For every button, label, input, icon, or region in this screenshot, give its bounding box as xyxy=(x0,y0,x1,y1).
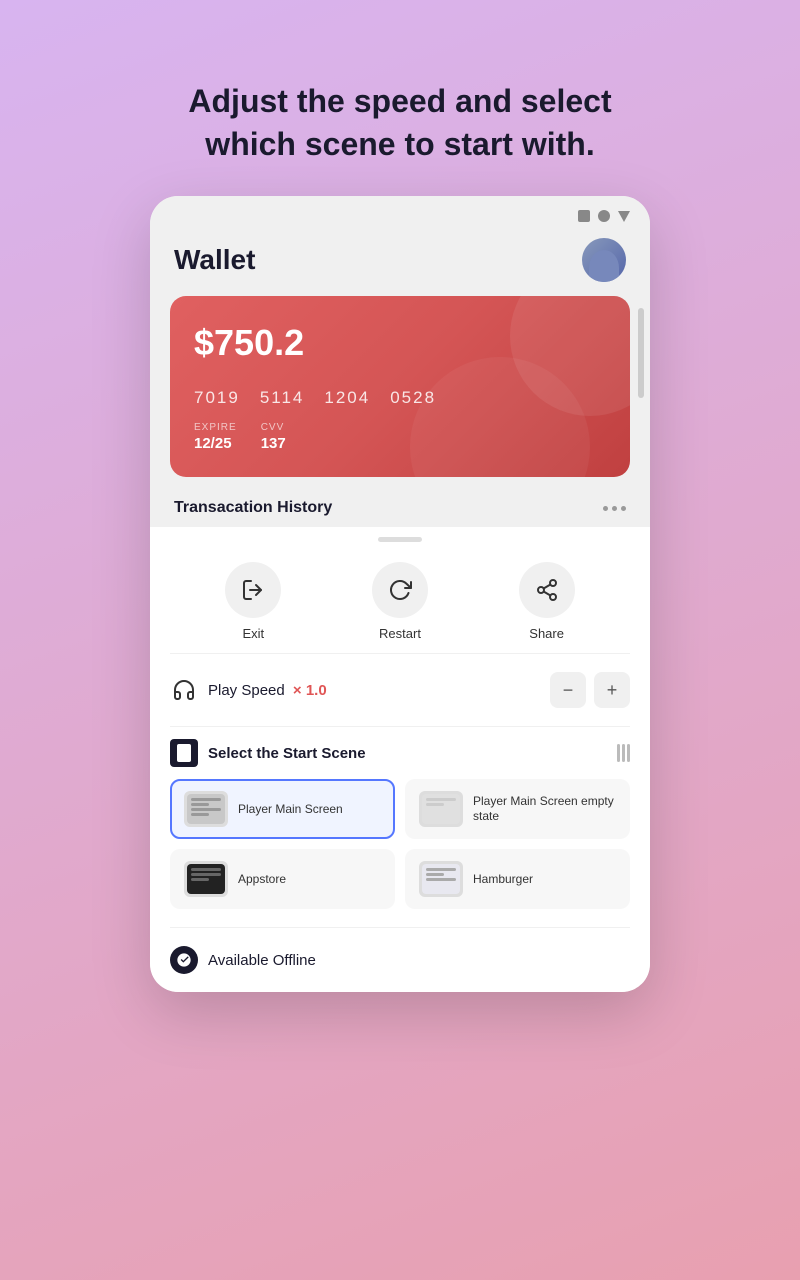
drag-handle[interactable] xyxy=(378,537,422,542)
speed-row: Play Speed × 1.0 − + xyxy=(150,658,650,722)
action-buttons: Exit Restart xyxy=(150,548,650,649)
screen-area: Wallet $750.2 7019 5114 1204 0528 EXPIRE… xyxy=(150,228,650,527)
speed-decrease-button[interactable]: − xyxy=(550,672,586,708)
speed-label: Play Speed × 1.0 xyxy=(208,682,540,699)
card-meta: EXPIRE 12/25 CVV 137 xyxy=(194,422,606,453)
exit-icon xyxy=(241,578,265,602)
scene-item-label-hamburger: Hamburger xyxy=(473,872,533,888)
scene-title: Select the Start Scene xyxy=(208,745,607,762)
scene-item-appstore[interactable]: Appstore xyxy=(170,849,395,909)
scene-thumb-hamburger xyxy=(419,861,463,897)
restart-button[interactable]: Restart xyxy=(372,562,428,641)
scrollbar[interactable] xyxy=(638,308,644,398)
scene-thumb-player-empty xyxy=(419,791,463,827)
scene-thumb-player-main xyxy=(184,791,228,827)
headline-line1: Adjust the speed and select xyxy=(188,83,611,119)
bottom-sheet: Exit Restart xyxy=(150,527,650,992)
scene-icon xyxy=(170,739,198,767)
scene-item-label-appstore: Appstore xyxy=(238,872,286,888)
divider-2 xyxy=(170,726,630,727)
card-expire: EXPIRE 12/25 xyxy=(194,422,237,453)
phone-mockup: Wallet $750.2 7019 5114 1204 0528 EXPIRE… xyxy=(150,196,650,992)
avatar-silhouette xyxy=(589,250,619,282)
scene-item-label-player-empty: Player Main Screen empty state xyxy=(473,794,616,825)
scene-section: Select the Start Scene xyxy=(150,731,650,923)
more-options-icon[interactable] xyxy=(603,506,626,511)
exit-icon-circle xyxy=(225,562,281,618)
restart-label: Restart xyxy=(379,626,421,641)
avatar xyxy=(582,238,626,282)
share-icon-circle xyxy=(519,562,575,618)
speed-value: × 1.0 xyxy=(293,682,327,699)
scene-item-label-player-main: Player Main Screen xyxy=(238,802,343,818)
offline-row: Available Offline xyxy=(150,932,650,992)
credit-card: $750.2 7019 5114 1204 0528 EXPIRE 12/25 … xyxy=(170,296,630,477)
speed-controls: − + xyxy=(550,672,630,708)
card-number: 7019 5114 1204 0528 xyxy=(194,388,606,408)
phone-topbar xyxy=(150,196,650,228)
drag-handle-wrapper xyxy=(150,527,650,548)
list-view-icon[interactable] xyxy=(617,744,630,762)
card-balance: $750.2 xyxy=(194,322,606,364)
topbar-square-icon xyxy=(578,210,590,222)
transaction-header: Transacation History xyxy=(170,495,630,527)
exit-label: Exit xyxy=(242,626,264,641)
restart-icon xyxy=(388,578,412,602)
transaction-title: Transacation History xyxy=(174,499,332,517)
share-button[interactable]: Share xyxy=(519,562,575,641)
speed-increase-button[interactable]: + xyxy=(594,672,630,708)
share-icon xyxy=(535,578,559,602)
scene-item-hamburger[interactable]: Hamburger xyxy=(405,849,630,909)
headline-line2: which scene to start with. xyxy=(205,126,594,162)
scene-grid: Player Main Screen Player Main Screen em… xyxy=(170,779,630,909)
topbar-circle-icon xyxy=(598,210,610,222)
speed-icon xyxy=(170,676,198,704)
divider-3 xyxy=(170,927,630,928)
scene-thumb-appstore xyxy=(184,861,228,897)
scene-item-player-main[interactable]: Player Main Screen xyxy=(170,779,395,839)
scene-header: Select the Start Scene xyxy=(170,739,630,767)
offline-label: Available Offline xyxy=(208,952,316,969)
card-cvv: CVV 137 xyxy=(261,422,286,453)
wallet-title: Wallet xyxy=(174,244,255,276)
wallet-header: Wallet xyxy=(170,228,630,296)
scene-item-player-empty[interactable]: Player Main Screen empty state xyxy=(405,779,630,839)
headline: Adjust the speed and select which scene … xyxy=(168,80,631,166)
topbar-triangle-icon xyxy=(618,211,630,222)
exit-button[interactable]: Exit xyxy=(225,562,281,641)
offline-icon xyxy=(170,946,198,974)
share-label: Share xyxy=(529,626,564,641)
divider-1 xyxy=(170,653,630,654)
restart-icon-circle xyxy=(372,562,428,618)
